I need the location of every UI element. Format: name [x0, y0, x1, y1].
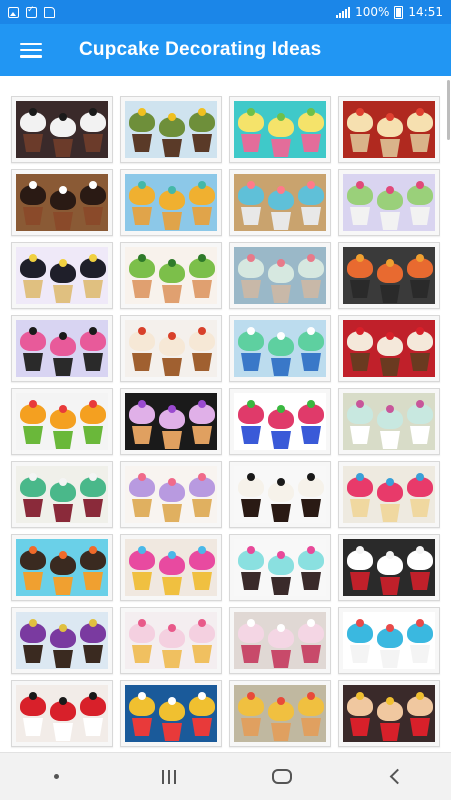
- cupcake-image: [234, 174, 326, 231]
- cupcake-image: [234, 685, 326, 742]
- status-right-icons: 100% 14:51: [336, 5, 443, 19]
- recents-button[interactable]: [139, 753, 199, 800]
- cupcake-image: [343, 393, 435, 450]
- gallery-thumbnail[interactable]: [11, 388, 113, 455]
- cupcake-image: [125, 612, 217, 669]
- gallery-thumbnail[interactable]: [11, 242, 113, 309]
- gallery-thumbnail[interactable]: [11, 461, 113, 528]
- gallery-thumbnail[interactable]: [338, 607, 440, 674]
- cupcake-image: [16, 393, 108, 450]
- cupcake-image: [16, 101, 108, 158]
- gallery-thumbnail[interactable]: [338, 242, 440, 309]
- gallery-thumbnail[interactable]: [229, 461, 331, 528]
- cupcake-image: [16, 685, 108, 742]
- cupcake-image: [125, 174, 217, 231]
- cupcake-image: [234, 466, 326, 523]
- cupcake-image: [234, 247, 326, 304]
- gallery-thumbnail[interactable]: [229, 169, 331, 236]
- gallery-thumbnail[interactable]: [11, 96, 113, 163]
- cupcake-image: [125, 539, 217, 596]
- gallery-thumbnail[interactable]: [120, 242, 222, 309]
- hamburger-menu-icon: [20, 42, 42, 58]
- cupcake-image: [343, 174, 435, 231]
- gallery-thumbnail[interactable]: [338, 534, 440, 601]
- gallery-thumbnail[interactable]: [120, 607, 222, 674]
- cupcake-image: [343, 101, 435, 158]
- gallery-thumbnail[interactable]: [229, 680, 331, 747]
- gallery-thumbnail[interactable]: [338, 461, 440, 528]
- recents-icon: [162, 769, 177, 784]
- cupcake-image: [343, 247, 435, 304]
- cupcake-image: [16, 174, 108, 231]
- gallery-thumbnail[interactable]: [120, 534, 222, 601]
- battery-icon: [394, 5, 404, 19]
- gallery-thumbnail[interactable]: [338, 315, 440, 382]
- cupcake-image: [125, 247, 217, 304]
- cupcake-image: [125, 466, 217, 523]
- status-bar: 100% 14:51: [0, 0, 451, 24]
- home-button[interactable]: [252, 753, 312, 800]
- back-button[interactable]: [365, 753, 425, 800]
- cupcake-image: [125, 101, 217, 158]
- cupcake-image: [16, 320, 108, 377]
- gallery-thumbnail[interactable]: [11, 169, 113, 236]
- cupcake-image: [234, 393, 326, 450]
- dot-icon: [53, 774, 59, 779]
- cupcake-image: [16, 612, 108, 669]
- gallery-thumbnail[interactable]: [120, 680, 222, 747]
- gallery-thumbnail[interactable]: [11, 534, 113, 601]
- page-title: Cupcake Decorating Ideas: [79, 39, 322, 60]
- signal-icon: [336, 6, 351, 18]
- gallery-thumbnail[interactable]: [338, 96, 440, 163]
- status-left-icons: [8, 5, 55, 18]
- gallery-thumbnail[interactable]: [120, 96, 222, 163]
- cupcake-image: [343, 539, 435, 596]
- home-icon: [271, 769, 292, 784]
- gallery-thumbnail[interactable]: [229, 607, 331, 674]
- gallery-thumbnail[interactable]: [338, 388, 440, 455]
- gallery-thumbnail[interactable]: [11, 680, 113, 747]
- cupcake-image: [234, 539, 326, 596]
- back-icon: [389, 768, 405, 785]
- gallery-thumbnail[interactable]: [11, 607, 113, 674]
- image-gallery-grid: [11, 96, 440, 747]
- gallery-thumbnail[interactable]: [120, 169, 222, 236]
- gallery-thumbnail[interactable]: [120, 461, 222, 528]
- app-bar: Cupcake Decorating Ideas: [0, 24, 451, 76]
- gallery-thumbnail[interactable]: [11, 315, 113, 382]
- cupcake-image: [343, 320, 435, 377]
- gallery-thumbnail[interactable]: [229, 534, 331, 601]
- cupcake-image: [16, 539, 108, 596]
- cupcake-image: [234, 612, 326, 669]
- check-icon: [26, 5, 37, 18]
- image-icon: [8, 6, 19, 18]
- battery-percent: 100%: [355, 5, 390, 19]
- gallery-thumbnail[interactable]: [229, 242, 331, 309]
- gallery-thumbnail[interactable]: [229, 315, 331, 382]
- menu-button[interactable]: [0, 24, 62, 76]
- cupcake-image: [234, 320, 326, 377]
- gallery-thumbnail[interactable]: [120, 315, 222, 382]
- cupcake-image: [343, 612, 435, 669]
- cupcake-image: [16, 466, 108, 523]
- clock: 14:51: [408, 5, 443, 19]
- cupcake-image: [343, 685, 435, 742]
- cupcake-image: [125, 685, 217, 742]
- system-nav-bar: [0, 752, 451, 800]
- cupcake-image: [16, 247, 108, 304]
- gallery-scroll-area[interactable]: [0, 76, 451, 752]
- cupcake-image: [234, 101, 326, 158]
- gallery-thumbnail[interactable]: [338, 169, 440, 236]
- cupcake-image: [125, 393, 217, 450]
- gallery-thumbnail[interactable]: [229, 388, 331, 455]
- cupcake-image: [343, 466, 435, 523]
- scrollbar[interactable]: [447, 80, 450, 140]
- gallery-thumbnail[interactable]: [229, 96, 331, 163]
- cupcake-image: [125, 320, 217, 377]
- gallery-thumbnail[interactable]: [120, 388, 222, 455]
- nav-dot-button[interactable]: [26, 753, 86, 800]
- sd-card-icon: [44, 6, 55, 18]
- gallery-thumbnail[interactable]: [338, 680, 440, 747]
